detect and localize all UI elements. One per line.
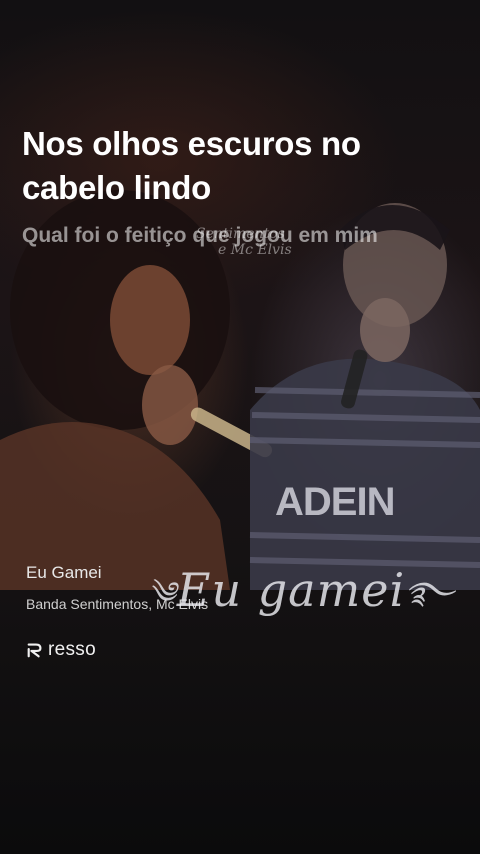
lyrics-panel: Nos olhos escuros no cabelo lindo Qual f… [22, 122, 462, 250]
next-lyric-line: Qual foi o feitiço que jogou em mim [22, 224, 378, 247]
song-logo-art: ༄Eu gamei࿐ [136, 560, 466, 630]
swirl-left-icon: ༄ [147, 576, 177, 611]
song-title: Eu Gamei [26, 563, 102, 582]
swirl-right-icon: ࿐ [405, 576, 455, 611]
brand: resso [26, 638, 96, 662]
logo-art-text: Eu gamei [176, 563, 406, 617]
brand-name: resso [48, 639, 96, 660]
resso-logo-icon [27, 643, 42, 658]
svg-text:ADEIN: ADEIN [275, 480, 394, 524]
current-lyric-line: Nos olhos escuros no cabelo lindo [22, 125, 361, 206]
